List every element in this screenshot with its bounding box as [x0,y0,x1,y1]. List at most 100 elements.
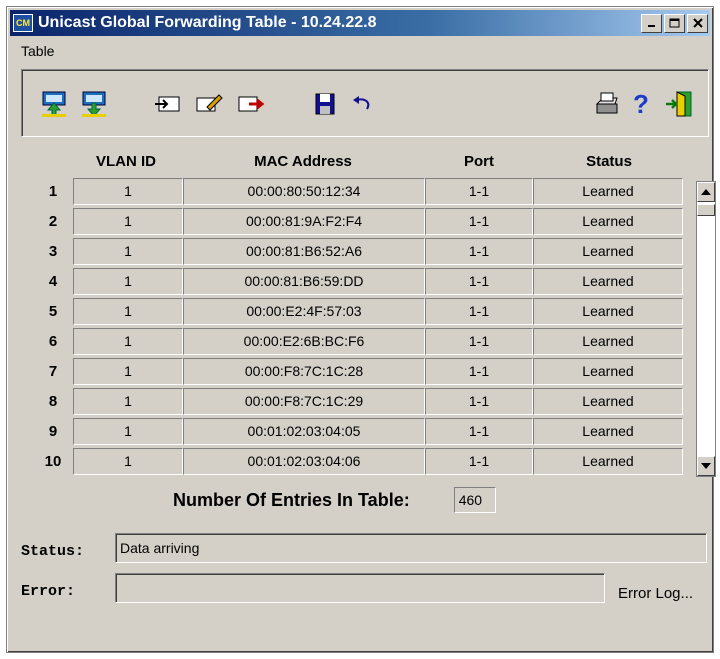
arrow-up-icon [701,189,711,195]
window-title: Unicast Global Forwarding Table - 10.24.… [38,14,377,31]
entries-count: Number Of Entries In Table: 460 [173,487,496,513]
cell-status[interactable]: Learned [533,178,683,205]
cell-status[interactable]: Learned [533,418,683,445]
row-number: 7 [48,363,58,380]
exit-icon[interactable] [664,89,694,119]
cell-status[interactable]: Learned [533,238,683,265]
forwarding-table-window: CM Unicast Global Forwarding Table - 10.… [6,6,716,653]
insert-row-icon[interactable] [152,89,182,119]
minimize-icon [647,25,655,27]
row-number: 4 [48,273,58,290]
undo-icon[interactable] [348,89,378,119]
table-row[interactable]: 5 1 00:00:E2:4F:57:03 1-1 Learned [21,297,693,327]
header-port[interactable]: Port [425,153,533,170]
cell-status[interactable]: Learned [533,328,683,355]
table-row[interactable]: 7 1 00:00:F8:7C:1C:28 1-1 Learned [21,357,693,387]
header-status[interactable]: Status [533,153,685,170]
upload-icon[interactable] [39,89,69,119]
cell-mac-address[interactable]: 00:00:E2:6B:BC:F6 [183,328,425,355]
header-vlan-id[interactable]: VLAN ID [71,153,181,170]
cell-port[interactable]: 1-1 [425,418,533,445]
close-icon [692,18,703,28]
download-icon[interactable] [79,89,109,119]
status-label: Status: [21,543,85,560]
cell-mac-address[interactable]: 00:00:81:B6:52:A6 [183,238,425,265]
cell-vlan-id[interactable]: 1 [73,448,183,475]
status-field: Data arriving [115,533,707,563]
entries-label: Number Of Entries In Table: [173,489,410,510]
row-number: 6 [48,333,58,350]
cell-mac-address[interactable]: 00:01:02:03:04:06 [183,448,425,475]
cell-vlan-id[interactable]: 1 [73,268,183,295]
cell-port[interactable]: 1-1 [425,208,533,235]
cell-port[interactable]: 1-1 [425,448,533,475]
app-icon[interactable]: CM [13,14,33,32]
cell-vlan-id[interactable]: 1 [73,388,183,415]
menu-bar: Table [17,40,58,62]
forwarding-table: VLAN ID MAC Address Port Status 1 1 00:00:… [21,145,716,480]
print-icon[interactable] [592,89,622,119]
cell-mac-address[interactable]: 00:00:81:9A:F2:F4 [183,208,425,235]
cell-status[interactable]: Learned [533,448,683,475]
table-row[interactable]: 1 1 00:00:80:50:12:34 1-1 Learned [21,177,693,207]
minimize-button[interactable] [641,13,662,33]
cell-port[interactable]: 1-1 [425,388,533,415]
cell-port[interactable]: 1-1 [425,298,533,325]
title-bar[interactable]: CM Unicast Global Forwarding Table - 10.… [10,10,710,36]
export-icon[interactable] [236,89,266,119]
cell-port[interactable]: 1-1 [425,238,533,265]
cell-vlan-id[interactable]: 1 [73,298,183,325]
scroll-up-button[interactable] [697,182,715,202]
maximize-button[interactable] [664,13,685,33]
maximize-icon [669,18,680,28]
table-row[interactable]: 6 1 00:00:E2:6B:BC:F6 1-1 Learned [21,327,693,357]
cell-status[interactable]: Learned [533,388,683,415]
cell-mac-address[interactable]: 00:00:F8:7C:1C:28 [183,358,425,385]
entries-value: 460 [453,487,496,513]
row-number: 5 [48,303,58,320]
table-row[interactable]: 4 1 00:00:81:B6:59:DD 1-1 Learned [21,267,693,297]
error-field [115,573,605,603]
cell-vlan-id[interactable]: 1 [73,238,183,265]
header-mac-address[interactable]: MAC Address [183,153,423,170]
table-row[interactable]: 3 1 00:00:81:B6:52:A6 1-1 Learned [21,237,693,267]
close-button[interactable] [687,13,708,33]
table-row[interactable]: 2 1 00:00:81:9A:F2:F4 1-1 Learned [21,207,693,237]
table-row[interactable]: 10 1 00:01:02:03:04:06 1-1 Learned [21,447,693,477]
cell-mac-address[interactable]: 00:00:E2:4F:57:03 [183,298,425,325]
cell-port[interactable]: 1-1 [425,358,533,385]
cell-vlan-id[interactable]: 1 [73,418,183,445]
scroll-thumb[interactable] [697,204,715,216]
row-number: 9 [48,423,58,440]
cell-status[interactable]: Learned [533,298,683,325]
row-number: 3 [48,243,58,260]
help-icon[interactable]: ? [626,89,656,119]
cell-vlan-id[interactable]: 1 [73,358,183,385]
table-row[interactable]: 8 1 00:00:F8:7C:1C:29 1-1 Learned [21,387,693,417]
cell-port[interactable]: 1-1 [425,328,533,355]
toolbar: ? [21,69,709,137]
edit-icon[interactable] [194,89,224,119]
vertical-scrollbar[interactable] [696,181,716,477]
error-log-button[interactable]: Error Log... [618,585,693,602]
cell-vlan-id[interactable]: 1 [73,178,183,205]
cell-vlan-id[interactable]: 1 [73,208,183,235]
cell-mac-address[interactable]: 00:00:80:50:12:34 [183,178,425,205]
cell-status[interactable]: Learned [533,358,683,385]
cell-port[interactable]: 1-1 [425,178,533,205]
scroll-down-button[interactable] [697,456,715,476]
cell-vlan-id[interactable]: 1 [73,328,183,355]
cell-mac-address[interactable]: 00:00:81:B6:59:DD [183,268,425,295]
arrow-down-icon [701,463,711,469]
table-row[interactable]: 9 1 00:01:02:03:04:05 1-1 Learned [21,417,693,447]
cell-mac-address[interactable]: 00:01:02:03:04:05 [183,418,425,445]
row-number: 10 [44,453,62,470]
save-icon[interactable] [310,89,340,119]
row-number: 2 [48,213,58,230]
cell-status[interactable]: Learned [533,268,683,295]
cell-mac-address[interactable]: 00:00:F8:7C:1C:29 [183,388,425,415]
cell-status[interactable]: Learned [533,208,683,235]
menu-table[interactable]: Table [17,43,58,59]
error-label: Error: [21,583,76,600]
cell-port[interactable]: 1-1 [425,268,533,295]
